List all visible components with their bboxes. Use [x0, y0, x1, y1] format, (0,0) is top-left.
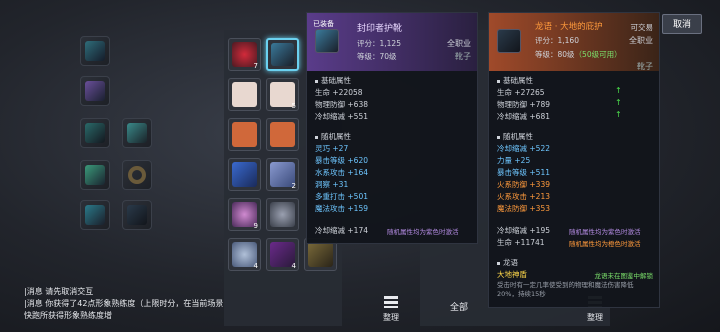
up-arrow-icon: ↑	[615, 86, 622, 95]
item-name: 龙语 · 大地的庇护	[535, 22, 603, 32]
equip-slot-necklace[interactable]	[122, 200, 152, 230]
bag-item-ticket[interactable]: 2	[266, 158, 299, 191]
bag-item-gift-box[interactable]	[228, 78, 261, 111]
bag-item-gift-box[interactable]: 5	[266, 78, 299, 111]
equip-slot-helmet[interactable]	[80, 36, 110, 66]
equip-slot-bracers[interactable]	[122, 118, 152, 148]
equip-slot-armor[interactable]	[80, 76, 110, 106]
equipped-tag: 已装备	[313, 20, 334, 28]
bag-item-potion[interactable]	[266, 198, 299, 231]
chat-line: |消息 请先取消交互	[24, 287, 94, 296]
bag-item-book[interactable]: 4	[266, 238, 299, 271]
equip-slot-ring[interactable]	[122, 160, 152, 190]
bag-item-rose[interactable]: 7	[228, 38, 261, 71]
bag-item-potion[interactable]: 9	[228, 198, 261, 231]
up-arrow-icon: ↑	[615, 98, 622, 107]
stack-icon	[384, 296, 398, 308]
equip-slot-gloves[interactable]	[80, 118, 110, 148]
boots-icon	[497, 29, 521, 53]
equipped-item-tooltip: 已装备 封印者护靴 评分：1,125 全职业 等级：70级 靴子 基础属性 生命…	[306, 12, 478, 244]
cancel-button[interactable]: 取消	[662, 14, 702, 34]
boots-icon	[315, 29, 339, 53]
up-arrow-icon: ↑	[615, 110, 622, 119]
equip-slot-boots[interactable]	[80, 160, 110, 190]
chat-log: |消息 请先取消交互 |消息 你获得了42点形象熟练度（上限时分，在当前场景快跑…	[24, 286, 224, 322]
bag-item-lucky-bag[interactable]	[228, 118, 261, 151]
chat-line: |消息 你获得了42点形象熟练度（上限时分，在当前场景快跑所获得形象熟练度增	[24, 299, 224, 320]
bag-item-palette[interactable]: 4	[228, 238, 261, 271]
equip-slot-belt[interactable]	[80, 200, 110, 230]
new-item-tooltip: 龙语 · 大地的庇护 可交易 评分：1,160 全职业 等级：80级（50级可用…	[488, 12, 660, 308]
sort-button-left[interactable]: 整理	[374, 296, 408, 328]
bag-item-boots-selected[interactable]	[266, 38, 299, 71]
filter-all-button[interactable]: 全部	[450, 300, 468, 313]
item-name: 封印者护靴	[357, 24, 403, 34]
bag-item-lucky-bag[interactable]	[266, 118, 299, 151]
bag-item-crystal[interactable]	[228, 158, 261, 191]
